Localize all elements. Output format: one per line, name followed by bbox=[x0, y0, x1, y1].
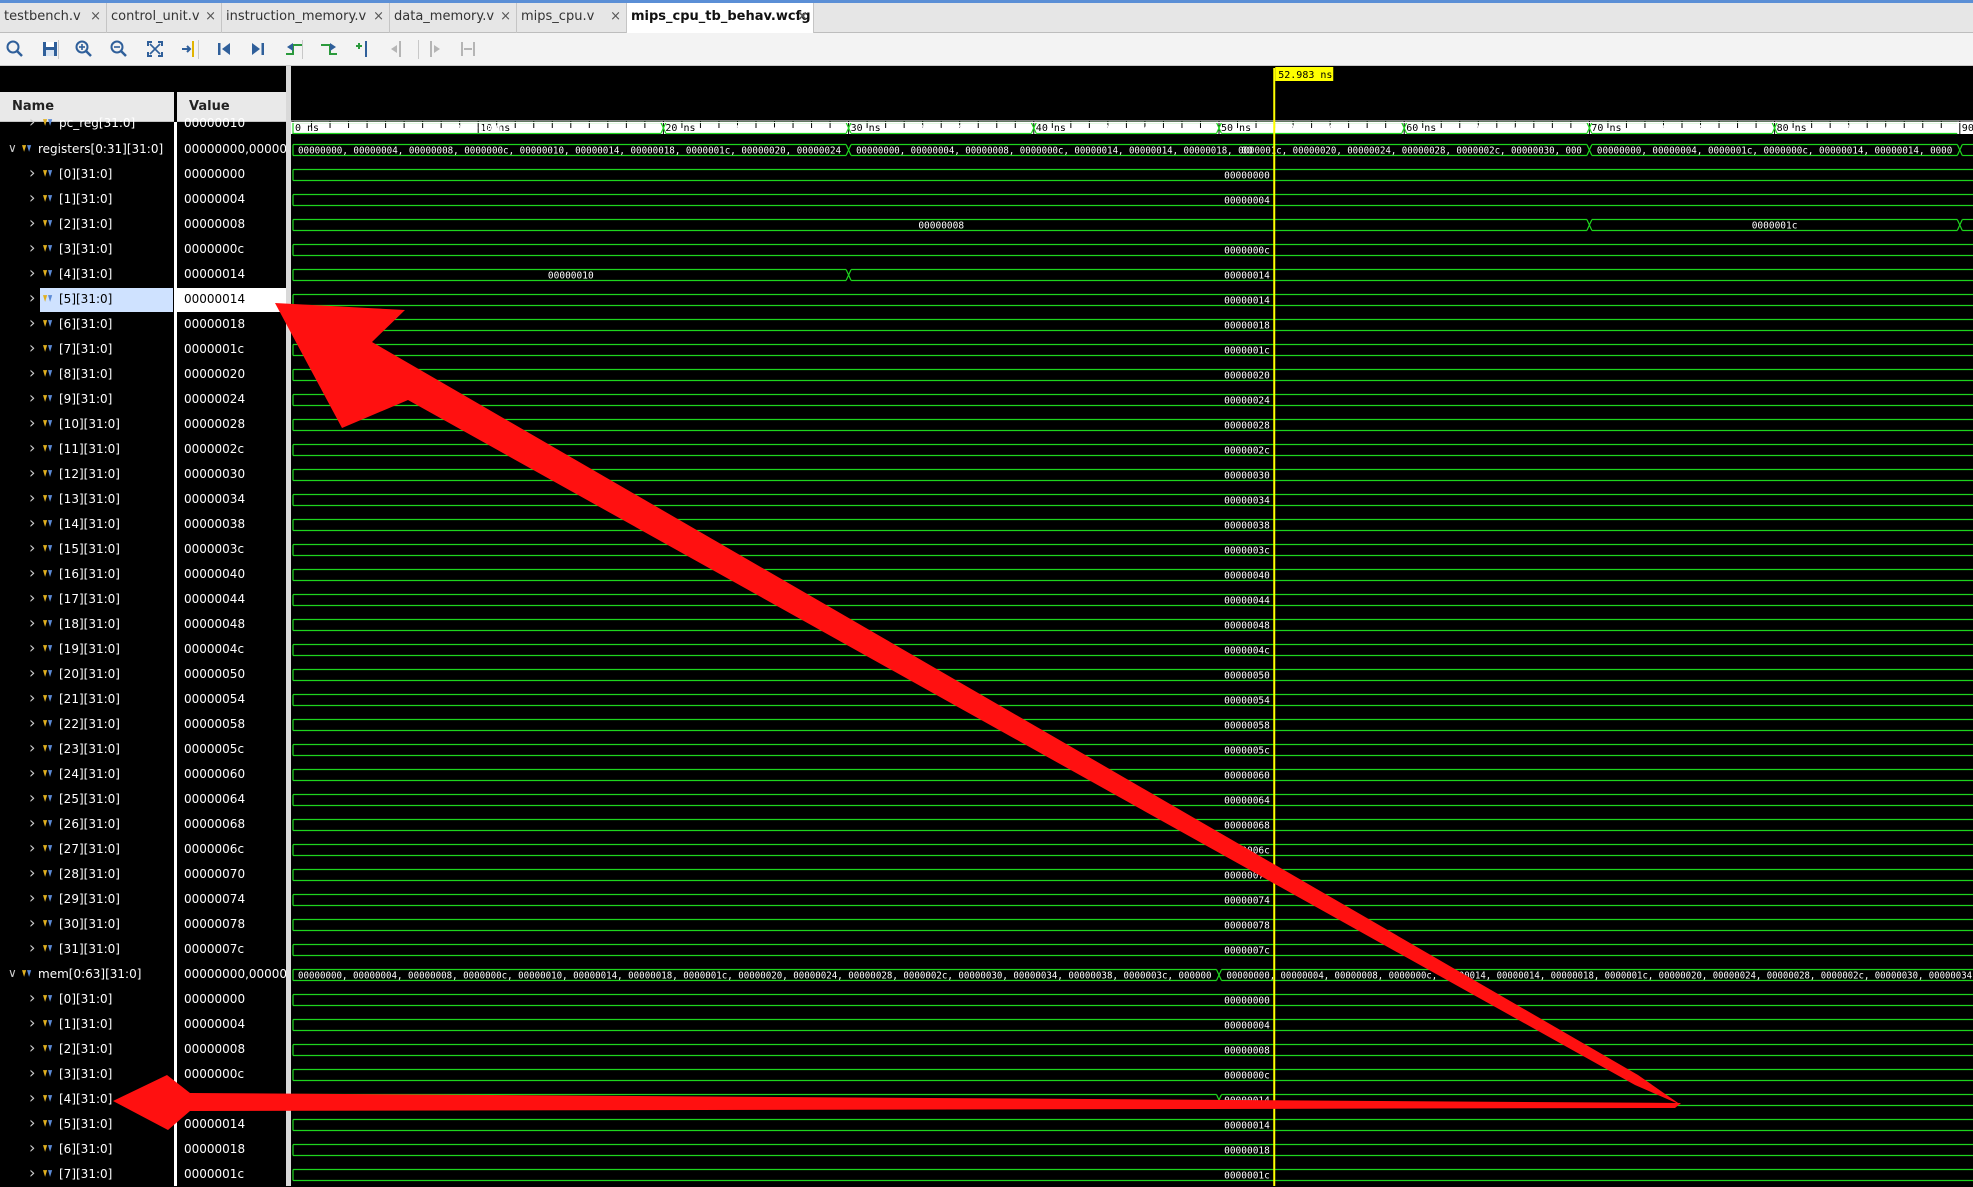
annotation-arrow-lower bbox=[113, 1075, 1681, 1130]
annotation-arrow-upper bbox=[275, 303, 1681, 1105]
annotation-overlay bbox=[113, 303, 1681, 1130]
